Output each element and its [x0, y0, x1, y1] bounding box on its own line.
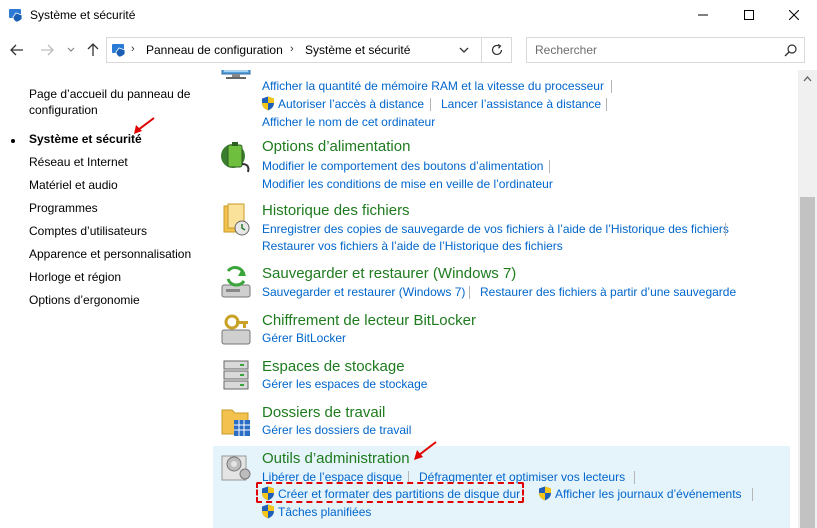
scroll-thumb[interactable] — [800, 197, 815, 528]
link-manage-storage-spaces[interactable]: Gérer les espaces de stockage — [262, 377, 427, 391]
chevron-down-icon — [67, 47, 75, 52]
link-restore-from-backup[interactable]: Restaurer des fichiers à partir d’une sa… — [480, 285, 736, 299]
category-storage-spaces: Espaces de stockage Gérer les espaces de… — [213, 356, 790, 394]
minimize-button[interactable] — [680, 0, 726, 30]
refresh-button[interactable] — [482, 37, 512, 63]
category-bitlocker: Chiffrement de lecteur BitLocker Gérer B… — [213, 310, 790, 348]
link-separator — [752, 488, 753, 501]
link-save-backup-copies[interactable]: Enregistrer des copies de sauvegarde de … — [262, 222, 729, 236]
category-work-folders: Dossiers de travail Gérer les dossiers d… — [213, 402, 790, 440]
category-title-bitlocker[interactable]: Chiffrement de lecteur BitLocker — [262, 312, 476, 329]
bitlocker-icon — [221, 314, 251, 345]
sidebar-home-link[interactable]: Page d’accueil du panneau de configurati… — [29, 86, 204, 118]
search-icon[interactable] — [784, 43, 798, 57]
link-remote-assistance[interactable]: Lancer l’assistance à distance — [441, 97, 601, 111]
link-separator — [725, 223, 726, 236]
work-folders-icon — [221, 409, 250, 436]
category-title-admin-tools[interactable]: Outils d’administration — [262, 450, 410, 467]
link-manage-bitlocker[interactable]: Gérer BitLocker — [262, 331, 346, 345]
category-power-options: Options d’alimentation Modifier le compo… — [213, 136, 790, 192]
battery-icon — [221, 142, 250, 173]
category-backup-restore: Sauvegarder et restaurer (Windows 7) Sau… — [213, 263, 790, 303]
link-computer-name[interactable]: Afficher le nom de cet ordinateur — [262, 115, 435, 129]
link-separator — [430, 98, 431, 111]
navigation-bar: › Panneau de configuration › Système et … — [0, 30, 817, 70]
address-bar[interactable]: › Panneau de configuration › Système et … — [106, 37, 482, 63]
link-separator — [606, 98, 607, 111]
search-box[interactable] — [526, 37, 805, 63]
uac-shield-icon — [539, 486, 551, 501]
category-title-file-history[interactable]: Historique des fichiers — [262, 202, 410, 219]
breadcrumb-system-security[interactable]: Système et sécurité — [305, 43, 410, 57]
up-button[interactable] — [84, 41, 102, 59]
forward-button[interactable] — [38, 41, 56, 59]
link-separator — [634, 471, 635, 484]
sidebar-item-network[interactable]: Réseau et Internet — [29, 155, 128, 169]
close-button[interactable] — [771, 0, 817, 30]
sidebar-item-clock-region[interactable]: Horloge et région — [29, 270, 121, 284]
link-view-ram-cpu[interactable]: Afficher la quantité de mémoire RAM et l… — [262, 79, 604, 93]
category-file-history: Historique des fichiers Enregistrer des … — [213, 200, 790, 256]
link-restore-files-history[interactable]: Restaurer vos fichiers à l’aide de l’His… — [262, 239, 563, 253]
uac-shield-icon — [262, 504, 274, 519]
storage-spaces-icon — [223, 360, 249, 390]
category-title-storage[interactable]: Espaces de stockage — [262, 358, 405, 375]
link-sleep-settings[interactable]: Modifier les conditions de mise en veill… — [262, 177, 553, 191]
sidebar: Page d’accueil du panneau de configurati… — [0, 70, 213, 528]
category-title-work-folders[interactable]: Dossiers de travail — [262, 404, 385, 421]
backup-icon — [221, 266, 251, 298]
link-separator — [469, 286, 470, 299]
refresh-icon — [491, 43, 502, 56]
back-button[interactable] — [8, 41, 26, 59]
scroll-up-button[interactable] — [798, 70, 817, 87]
link-separator — [549, 160, 550, 173]
sidebar-item-programs[interactable]: Programmes — [29, 201, 98, 215]
uac-shield-icon — [262, 96, 274, 111]
sidebar-item-hardware[interactable]: Matériel et audio — [29, 178, 118, 192]
link-backup-restore-w7[interactable]: Sauvegarder et restaurer (Windows 7) — [262, 285, 465, 299]
link-power-buttons[interactable]: Modifier le comportement des boutons d’a… — [262, 159, 543, 173]
sidebar-item-accounts[interactable]: Comptes d’utilisateurs — [29, 224, 147, 238]
maximize-button[interactable] — [726, 0, 772, 30]
recent-locations-button[interactable] — [62, 41, 80, 59]
breadcrumb-separator-icon[interactable]: › — [290, 43, 294, 55]
control-panel-icon — [9, 9, 23, 23]
sidebar-item-ergonomics[interactable]: Options d’ergonomie — [29, 293, 140, 307]
chevron-down-icon[interactable] — [457, 43, 471, 57]
content-pane: Afficher la quantité de mémoire RAM et l… — [213, 70, 798, 528]
sidebar-item-appearance[interactable]: Apparence et personnalisation — [29, 247, 191, 261]
breadcrumb-control-panel[interactable]: Panneau de configuration — [146, 43, 283, 57]
link-allow-remote-access[interactable]: Autoriser l’accès à distance — [278, 97, 424, 111]
breadcrumb-separator-icon[interactable]: › — [131, 43, 135, 55]
file-history-icon — [223, 203, 250, 236]
maximize-icon — [744, 10, 754, 20]
vertical-scrollbar[interactable] — [798, 70, 817, 528]
annotation-arrow-icon — [414, 441, 437, 460]
annotation-dashed-box — [256, 482, 524, 503]
link-separator — [611, 80, 612, 93]
computer-icon — [221, 70, 251, 79]
search-input[interactable] — [527, 38, 777, 62]
annotation-arrow-icon — [134, 117, 155, 134]
link-view-event-logs[interactable]: Afficher les journaux d’événements — [555, 487, 742, 501]
link-manage-work-folders[interactable]: Gérer les dossiers de travail — [262, 423, 411, 437]
category-system: Afficher la quantité de mémoire RAM et l… — [213, 70, 790, 130]
active-bullet-icon — [11, 139, 15, 143]
admin-tools-icon — [221, 455, 251, 481]
minimize-icon — [698, 14, 708, 16]
title-bar: Système et sécurité — [0, 0, 817, 30]
close-icon — [789, 10, 799, 20]
arrow-right-icon — [41, 44, 54, 56]
window-title: Système et sécurité — [30, 8, 136, 22]
control-panel-icon — [112, 44, 126, 58]
category-title-backup[interactable]: Sauvegarder et restaurer (Windows 7) — [262, 265, 516, 282]
link-scheduled-tasks[interactable]: Tâches planifiées — [278, 505, 371, 519]
chevron-up-icon — [803, 75, 812, 81]
arrow-up-icon — [87, 43, 99, 56]
category-title-power[interactable]: Options d’alimentation — [262, 138, 410, 155]
sidebar-item-system-security[interactable]: Système et sécurité — [29, 132, 142, 146]
arrow-left-icon — [10, 44, 23, 56]
